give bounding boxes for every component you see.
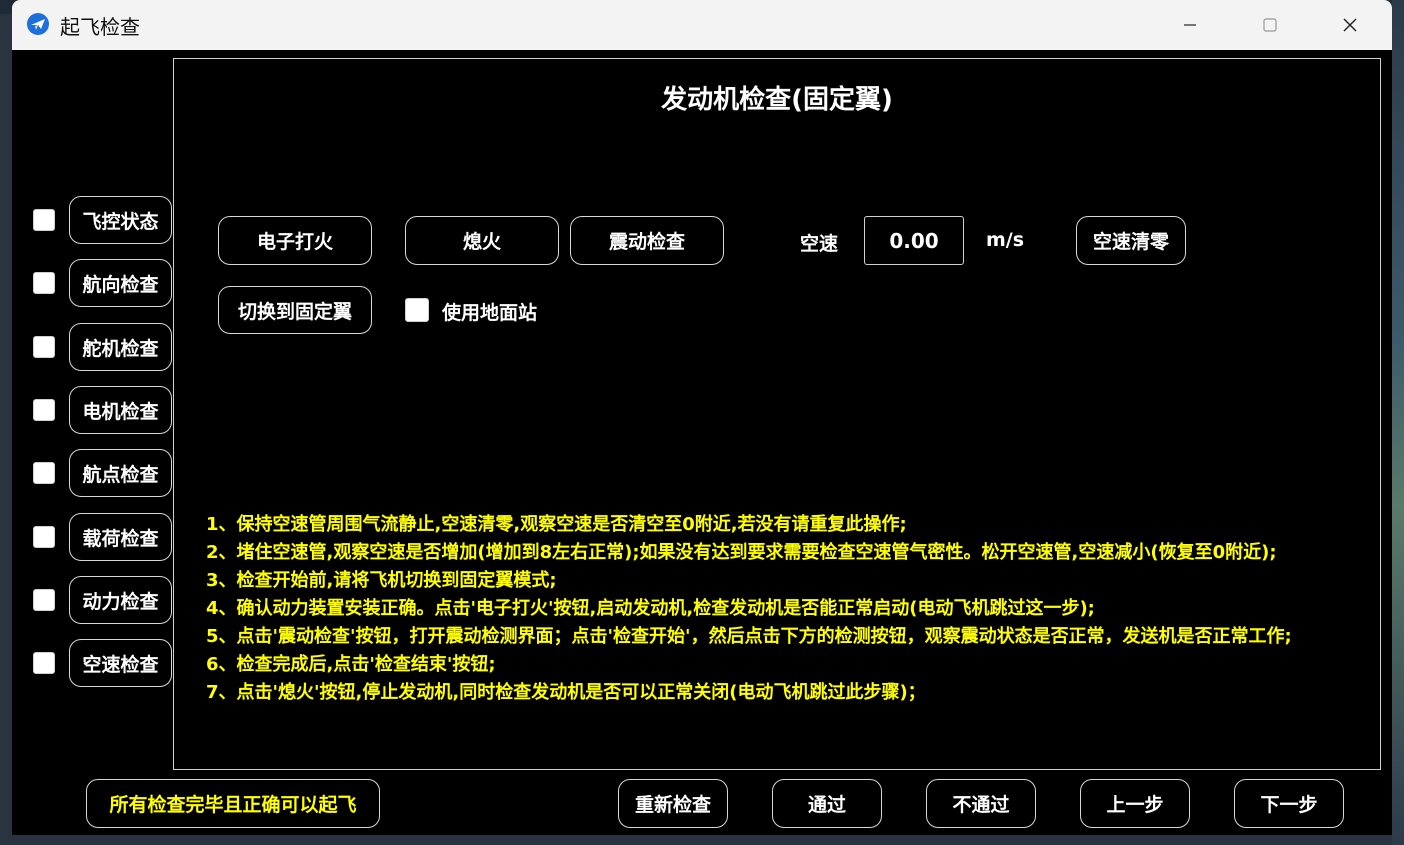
close-button[interactable] — [1310, 0, 1390, 50]
flight-control-checkbox[interactable] — [33, 209, 55, 231]
power-checkbox[interactable] — [33, 589, 55, 611]
sidebar-item-power[interactable]: 动力检查 — [69, 576, 172, 624]
sidebar-item-waypoint[interactable]: 航点检查 — [69, 449, 172, 497]
previous-step-button[interactable]: 上一步 — [1080, 779, 1190, 828]
sidebar-item-servo[interactable]: 舵机检查 — [69, 323, 172, 371]
ground-station-checkbox[interactable] — [405, 298, 429, 322]
maximize-icon — [1263, 18, 1277, 32]
next-step-button[interactable]: 下一步 — [1234, 779, 1344, 828]
airspeed-value-field: 0.00 — [864, 216, 964, 265]
motor-checkbox[interactable] — [33, 399, 55, 421]
content-area: 飞控状态 航向检查 舵机检查 电机检查 航点检查 载荷检查 动力检查 空速检查 … — [12, 50, 1392, 835]
instruction-line: 2、堵住空速管,观察空速是否增加(增加到8左右正常);如果没有达到要求需要检查空… — [206, 542, 1277, 563]
instruction-line: 1、保持空速管周围气流静止,空速清零,观察空速是否清空至0附近,若没有请重复此操… — [206, 514, 907, 535]
instruction-line: 7、点击'熄火'按钮,停止发动机,同时检查发动机是否可以正常关闭(电动飞机跳过此… — [206, 682, 926, 703]
sidebar-item-flight-control[interactable]: 飞控状态 — [69, 196, 172, 244]
minimize-button[interactable] — [1150, 0, 1230, 50]
sidebar-item-payload[interactable]: 载荷检查 — [69, 513, 172, 561]
instruction-line: 4、确认动力装置安装正确。点击'电子打火'按钮,启动发动机,检查发动机是否能正常… — [206, 598, 1095, 619]
heading-checkbox[interactable] — [33, 272, 55, 294]
desktop-wallpaper-edge — [1392, 0, 1404, 845]
sidebar-item-airspeed[interactable]: 空速检查 — [69, 639, 172, 687]
sidebar-item-motor[interactable]: 电机检查 — [69, 386, 172, 434]
servo-checkbox[interactable] — [33, 336, 55, 358]
instruction-line: 5、点击'震动检查'按钮，打开震动检测界面；点击'检查开始'，然后点击下方的检测… — [206, 626, 1292, 647]
instruction-line: 6、检查完成后,点击'检查结束'按钮; — [206, 654, 496, 675]
all-checks-done-button[interactable]: 所有检查完毕且正确可以起飞 — [86, 779, 380, 828]
page-title: 发动机检查(固定翼) — [661, 85, 893, 115]
title-bar: 起飞检查 — [12, 0, 1392, 50]
maximize-button[interactable] — [1230, 0, 1310, 50]
switch-fixed-wing-button[interactable]: 切换到固定翼 — [218, 286, 372, 334]
airspeed-unit: m/s — [986, 229, 1025, 251]
sidebar-item-heading[interactable]: 航向检查 — [69, 259, 172, 307]
engine-check-panel: 发动机检查(固定翼) 电子打火 熄火 震动检查 空速 0.00 m/s 空速清零… — [173, 58, 1381, 770]
instructions-text: 1、保持空速管周围气流静止,空速清零,观察空速是否清空至0附近,若没有请重复此操… — [206, 511, 1356, 707]
close-icon — [1343, 18, 1357, 32]
pass-button[interactable]: 通过 — [772, 779, 882, 828]
airspeed-checkbox[interactable] — [33, 652, 55, 674]
fail-button[interactable]: 不通过 — [926, 779, 1036, 828]
waypoint-checkbox[interactable] — [33, 462, 55, 484]
stop-engine-button[interactable]: 熄火 — [405, 216, 559, 265]
instruction-line: 3、检查开始前,请将飞机切换到固定翼模式; — [206, 570, 557, 591]
vibration-check-button[interactable]: 震动检查 — [570, 216, 724, 265]
airspeed-label: 空速 — [800, 233, 839, 255]
app-plane-icon — [27, 13, 49, 35]
minimize-icon — [1184, 24, 1196, 26]
airspeed-zero-button[interactable]: 空速清零 — [1076, 216, 1186, 265]
takeoff-check-window: 起飞检查 飞控状态 航向检查 舵机检查 电机检查 航点检查 载荷检查 动力检查 … — [12, 0, 1392, 835]
payload-checkbox[interactable] — [33, 526, 55, 548]
ignite-button[interactable]: 电子打火 — [218, 216, 372, 265]
window-title: 起飞检查 — [60, 15, 140, 39]
recheck-button[interactable]: 重新检查 — [618, 779, 728, 828]
ground-station-label: 使用地面站 — [442, 302, 538, 324]
